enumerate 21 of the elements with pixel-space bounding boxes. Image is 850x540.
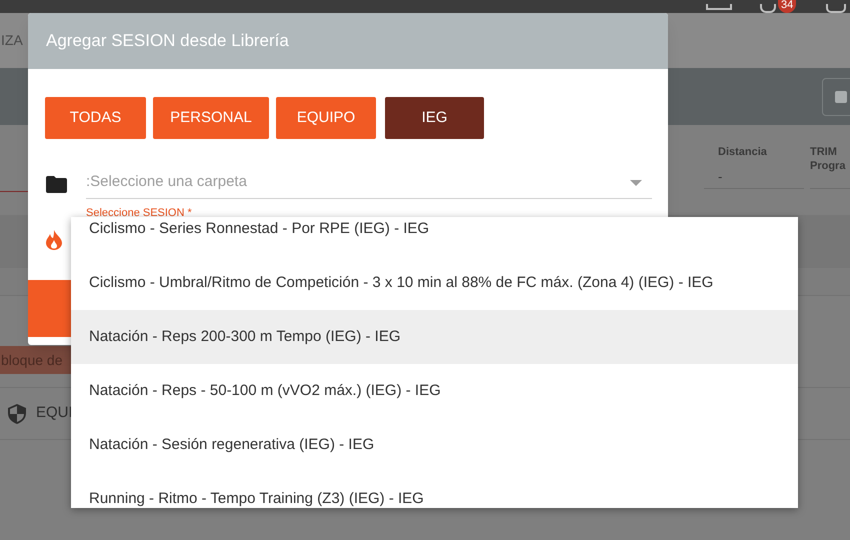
session-option[interactable]: Ciclismo - Series Ronnestad - Por RPE (IEG) - IEG (71, 217, 798, 256)
page-title: IZA (1, 31, 23, 50)
toolbar-button[interactable] (822, 78, 850, 116)
folder-icon (46, 176, 67, 193)
table-cell-text: - (718, 168, 722, 186)
shield-icon (8, 404, 26, 424)
session-option[interactable]: Natación - Sesión regenerativa (IEG) - IEG (71, 418, 798, 472)
dropdown-arrow-icon (630, 180, 642, 186)
field-label: Seleccione SESION * (86, 207, 192, 219)
section-title: EQUI (36, 403, 73, 424)
session-option[interactable]: Running - Ritmo - Tempo Training (Z3) (IEG) - IEG (71, 472, 798, 508)
filter-tab[interactable]: IEG (385, 97, 484, 139)
notification-badge: 34 (778, 0, 796, 13)
session-option[interactable]: Ciclismo - Umbral/Ritmo de Competición - 3 x 10 min al 88% de FC máx. (Zona 4) (IEG) - IEG (71, 256, 798, 310)
column-header: Progra (810, 159, 846, 173)
column-header: TRIM (810, 145, 838, 159)
flame-icon (46, 230, 62, 250)
column-header: Distancia (718, 145, 768, 159)
session-option[interactable]: Natación - Reps - 50-100 m (vVO2 máx.) (IEG) - IEG (71, 364, 798, 418)
dialog-title: Agregar SESION desde Librería (46, 30, 289, 52)
session-option[interactable]: Natación - Reps 200-300 m Tempo (IEG) - IEG (71, 310, 798, 364)
